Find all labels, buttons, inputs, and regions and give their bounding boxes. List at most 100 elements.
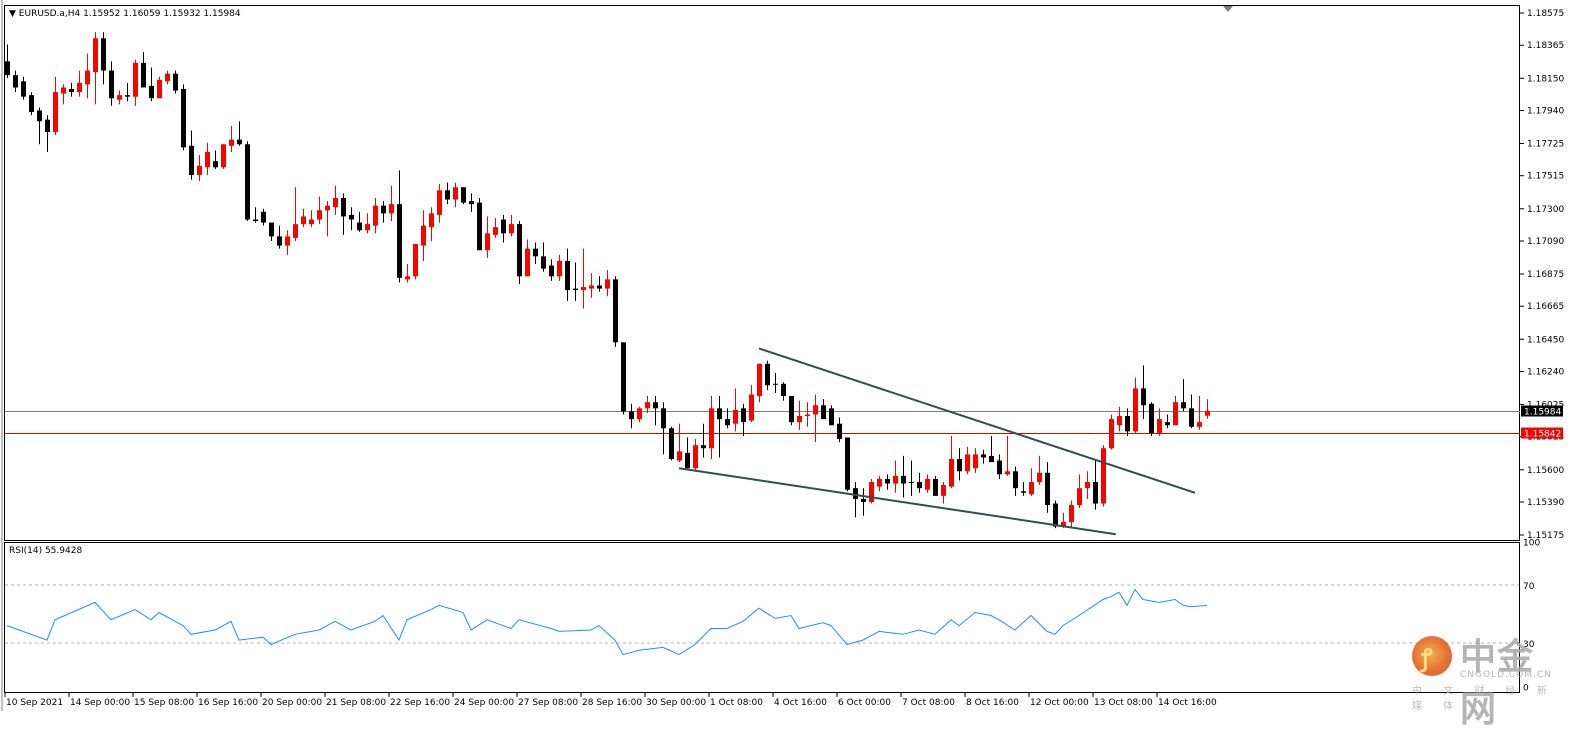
candle-body (397, 204, 402, 278)
candle-body (85, 70, 90, 85)
candle-body (613, 279, 618, 343)
candle-body (229, 139, 234, 146)
bull-candle (557, 254, 562, 281)
candle-body (1133, 388, 1138, 432)
bear-candle (189, 130, 194, 180)
bear-candle (829, 405, 834, 426)
candle-body (501, 219, 506, 234)
price-tick-label: 1.15600 (1527, 466, 1564, 476)
bull-candle (1197, 396, 1202, 430)
bull-candle (709, 396, 714, 460)
time-tick-label: 14 Oct 16:00 (1158, 698, 1217, 708)
bear-candle (957, 448, 962, 481)
candle-body (637, 408, 642, 420)
bear-candle (69, 82, 74, 97)
candle-body (205, 151, 210, 168)
bear-candle (397, 170, 402, 283)
chart-canvas[interactable]: 1.18575 1.18365 1.18150 1.17940 1.17725 1.175… (0, 0, 1584, 711)
bear-candle (981, 449, 986, 464)
candle-body (149, 85, 154, 99)
candle-body (157, 79, 162, 99)
candle-body (405, 276, 410, 280)
candle-body (1157, 419, 1162, 433)
rsi-indicator: 10070300 (5, 539, 1540, 694)
chart-shift-marker-icon[interactable] (1223, 6, 1233, 12)
bear-candle (5, 44, 10, 79)
bear-candle (741, 403, 746, 436)
candle-body (1077, 488, 1082, 506)
bear-candle (1181, 379, 1186, 412)
candle-body (1021, 491, 1026, 493)
candle-body (677, 451, 682, 461)
candle-body (1205, 410, 1210, 416)
time-tick-label: 10 Sep 2021 (6, 698, 63, 708)
bull-candle (325, 201, 330, 237)
candle-body (141, 62, 146, 88)
candle-body (325, 205, 330, 211)
bull-candle (437, 184, 442, 223)
candle-body (981, 454, 986, 458)
bull-candle (677, 423, 682, 463)
candle-body (29, 95, 34, 113)
candle-body (941, 485, 946, 496)
bear-candle (901, 455, 906, 498)
candle-body (589, 285, 594, 289)
ohlc-values: 1.15952 1.16059 1.15932 1.15984 (83, 9, 241, 19)
bull-candle (493, 217, 498, 238)
bear-candle (149, 67, 154, 102)
candle-body (653, 402, 658, 409)
candle-body (125, 95, 130, 97)
bear-candle (173, 70, 178, 94)
price-tick-label: 1.17515 (1527, 172, 1564, 182)
bear-candle (669, 426, 674, 461)
candle-body (341, 198, 346, 217)
price-tick-label: 1.16665 (1527, 302, 1564, 312)
time-tick-label: 15 Sep 08:00 (134, 698, 194, 708)
bear-candle (533, 242, 538, 265)
bull-candle (813, 394, 818, 443)
candle-body (781, 383, 786, 397)
candle-body (1069, 505, 1074, 522)
time-tick-label: 8 Oct 16:00 (966, 698, 1019, 708)
bear-candle (477, 198, 482, 251)
candle-body (437, 190, 442, 215)
bear-candle (861, 488, 866, 516)
candle-body (301, 216, 306, 225)
candle-body (1053, 503, 1058, 527)
bull-candle (133, 59, 138, 106)
trendlines[interactable] (678, 347, 1196, 536)
candle-body (61, 87, 66, 94)
horizontal-levels[interactable]: 1.15842 1.15984 (5, 405, 1563, 440)
watermark-tagline: 中 文 财 经 新 媒 体 (1412, 686, 1556, 712)
candle-body (957, 459, 962, 472)
candle-body (877, 478, 882, 487)
candle-body (533, 248, 538, 257)
candle-body (293, 224, 298, 238)
bear-candle (381, 201, 386, 223)
time-tick-label: 14 Sep 00:00 (70, 698, 130, 708)
price-panel-frame (4, 5, 1520, 541)
bear-candle (349, 207, 354, 231)
bull-candle (605, 270, 610, 297)
candle-body (725, 419, 730, 426)
collapse-triangle-icon[interactable]: ▼ (9, 9, 16, 19)
cngold-logo-icon: ꝭ (1412, 636, 1452, 676)
bear-candle (1013, 466, 1018, 496)
candle-body (1037, 472, 1042, 483)
bull-candle (421, 210, 426, 261)
candle-body (1085, 482, 1090, 489)
bear-candle (21, 76, 26, 100)
time-tick-label: 27 Sep 08:00 (518, 698, 578, 708)
bull-candle (197, 155, 202, 182)
candle-body (365, 224, 370, 231)
candle-body (101, 38, 106, 71)
bull-candle (589, 273, 594, 298)
candle-body (669, 428, 674, 460)
candle-body (357, 222, 362, 231)
candle-body (1165, 422, 1170, 426)
bull-candle (405, 264, 410, 283)
bull-candle (229, 125, 234, 152)
bull-candle (429, 207, 434, 241)
time-tick-label: 20 Sep 00:00 (262, 698, 322, 708)
time-tick-label: 1 Oct 08:00 (710, 698, 763, 708)
